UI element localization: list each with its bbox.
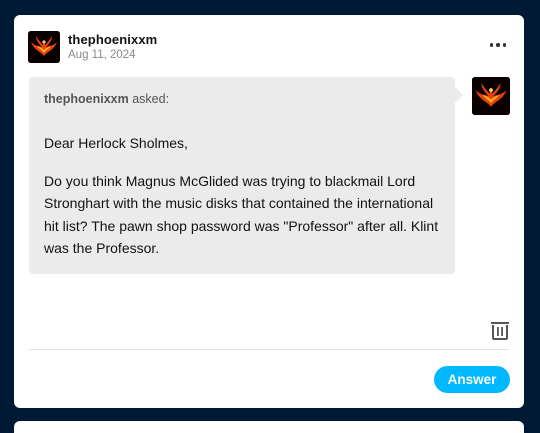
asker-avatar[interactable] <box>472 77 510 115</box>
blog-avatar[interactable] <box>28 31 60 63</box>
blog-name-link[interactable]: thephoenixxm <box>68 32 157 47</box>
asker-line: thephoenixxm asked: <box>44 92 169 106</box>
more-horizontal-icon <box>502 43 507 47</box>
more-horizontal-icon <box>496 43 500 47</box>
post-date: Aug 11, 2024 <box>68 49 136 61</box>
phoenix-icon <box>472 77 510 115</box>
delete-button[interactable] <box>489 319 511 341</box>
ask-bubble: thephoenixxm asked: Dear Herlock Sholmes… <box>29 77 463 275</box>
post-header: thephoenixxm Aug 11, 2024 <box>28 31 510 67</box>
asker-name-link[interactable]: thephoenixxm <box>44 92 129 106</box>
post-card: thephoenixxm Aug 11, 2024 thephoenixxm a… <box>14 15 524 408</box>
footer-divider <box>29 349 509 350</box>
asked-label: asked: <box>132 92 170 106</box>
phoenix-icon <box>28 31 60 63</box>
question-paragraph: Dear Herlock Sholmes, <box>44 135 188 151</box>
answer-button[interactable]: Answer <box>434 366 510 393</box>
more-horizontal-icon <box>489 43 494 47</box>
trash-icon <box>491 322 509 340</box>
more-options-button[interactable] <box>486 35 510 55</box>
question-text: Dear Herlock Sholmes, Do you think Magnu… <box>44 132 444 275</box>
next-post-card <box>14 421 524 433</box>
question-paragraph: Do you think Magnus McGlided was trying … <box>44 172 439 257</box>
